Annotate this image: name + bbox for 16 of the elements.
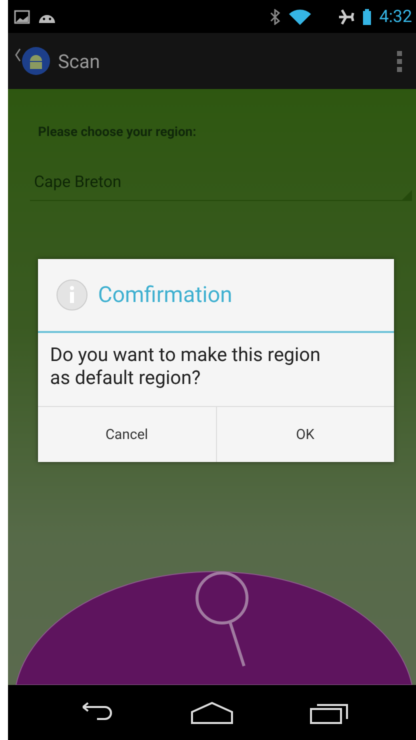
search-icon bbox=[196, 572, 248, 666]
screen-title: Scan bbox=[58, 50, 100, 72]
ok-button[interactable]: OK bbox=[216, 407, 394, 462]
dialog-title: Comfirmation bbox=[98, 282, 232, 308]
clock-time: 4:32 bbox=[379, 6, 412, 26]
picture-icon bbox=[14, 10, 30, 24]
wifi-icon bbox=[289, 8, 312, 24]
battery-icon bbox=[363, 8, 372, 24]
bluetooth-icon bbox=[269, 8, 282, 24]
info-icon bbox=[56, 279, 88, 311]
cancel-button[interactable]: Cancel bbox=[38, 407, 216, 462]
airplane-icon bbox=[337, 8, 356, 24]
home-icon bbox=[190, 700, 234, 724]
dialog-message: Do you want to make this region as default region? bbox=[49, 342, 322, 391]
chevron-icon bbox=[14, 47, 22, 63]
overflow-menu-icon bbox=[397, 50, 402, 72]
